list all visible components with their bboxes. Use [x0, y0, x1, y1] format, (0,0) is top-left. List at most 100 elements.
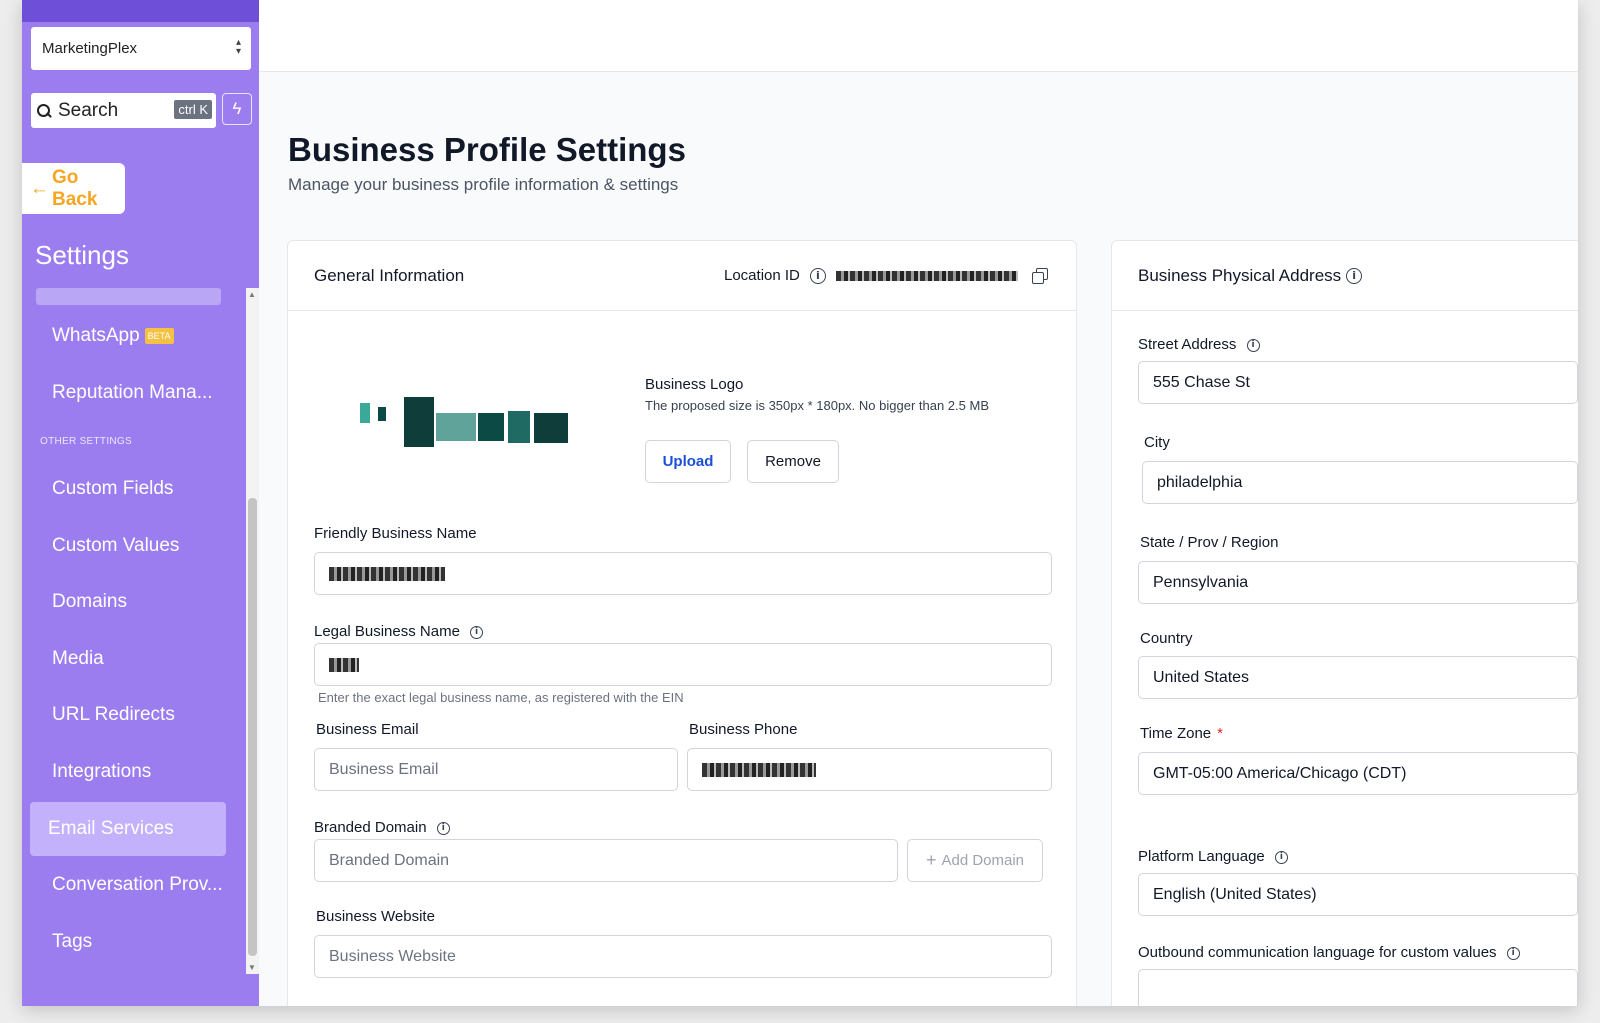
arrow-left-icon: ←	[30, 177, 49, 199]
sidebar-item-label: Reputation Mana...	[52, 382, 213, 403]
search-shortcut-badge: ctrl K	[174, 100, 212, 119]
beta-badge: BETA	[144, 328, 174, 344]
timezone-select[interactable]: GMT-05:00 America/Chicago (CDT)	[1138, 752, 1578, 795]
page-subtitle: Manage your business profile information…	[288, 175, 679, 194]
branded-domain-label-text: Branded Domain	[314, 819, 427, 836]
location-id-value-redacted	[835, 270, 1018, 281]
business-email-input[interactable]: Business Email	[314, 748, 678, 791]
top-bar	[259, 0, 1578, 72]
sidebar-item-label: Media	[52, 648, 104, 669]
business-logo-preview	[314, 353, 610, 505]
sidebar-scrollbar[interactable]: ▲ ▼	[246, 288, 259, 974]
info-icon[interactable]: i	[470, 625, 484, 639]
legal-business-name-help: Enter the exact legal business name, as …	[318, 690, 684, 705]
platform-language-select[interactable]: English (United States)	[1138, 873, 1578, 916]
sidebar-item-custom-fields[interactable]: Custom Fields	[30, 462, 226, 516]
legal-business-name-label: Legal Business Name i	[314, 623, 484, 640]
search-icon	[37, 103, 51, 118]
plus-icon: +	[925, 850, 937, 870]
info-icon[interactable]: i	[809, 267, 826, 284]
sidebar-item-custom-values[interactable]: Custom Values	[30, 519, 226, 573]
main-content: Business Profile Settings Manage your bu…	[259, 0, 1578, 1006]
legal-business-name-label-text: Legal Business Name	[314, 623, 460, 640]
sidebar-item-label: URL Redirects	[52, 704, 175, 725]
sidebar-item-label: WhatsApp	[52, 325, 140, 346]
city-label: City	[1144, 434, 1170, 451]
logo-shape	[508, 411, 530, 443]
sidebar-item-whatsapp[interactable]: WhatsApp BETA	[30, 309, 226, 363]
sidebar-item-label: Domains	[52, 591, 127, 612]
upload-button[interactable]: Upload	[645, 440, 731, 483]
go-back-label: Go Back	[52, 166, 98, 210]
outbound-language-label-text: Outbound communication language for cust…	[1138, 944, 1497, 961]
location-id-label: Location ID	[724, 267, 800, 284]
go-back-button[interactable]: ← Go Back	[22, 163, 125, 214]
business-phone-input[interactable]	[687, 748, 1052, 791]
info-icon[interactable]: i	[1506, 946, 1520, 960]
logo-shape	[478, 413, 504, 441]
copy-icon-back	[1032, 272, 1044, 284]
city-input[interactable]: philadelphia	[1142, 461, 1578, 504]
card-title: General Information	[314, 266, 465, 285]
quick-action-button[interactable]: ϟ	[222, 93, 252, 125]
updown-arrows-icon: ▴ ▾	[235, 37, 241, 57]
settings-title: Settings	[35, 240, 129, 270]
sidebar-item-media[interactable]: Media	[30, 632, 226, 686]
logo-shape	[360, 403, 370, 423]
redacted-value	[329, 657, 359, 672]
sidebar-item-domains[interactable]: Domains	[30, 575, 226, 629]
country-label: Country	[1140, 630, 1193, 647]
sidebar-item-tags[interactable]: Tags	[30, 915, 226, 969]
page-title: Business Profile Settings	[288, 131, 686, 168]
business-website-input[interactable]: Business Website	[314, 935, 1052, 978]
sidebar-item-label: Conversation Prov...	[52, 874, 223, 895]
state-input[interactable]: Pennsylvania	[1138, 561, 1578, 604]
redacted-value	[329, 566, 445, 581]
add-domain-button[interactable]: + Add Domain	[907, 839, 1043, 882]
business-address-card: Business Physical Address i Street Addre…	[1111, 240, 1578, 1006]
sidebar-item-conversation-providers[interactable]: Conversation Prov...	[30, 858, 226, 912]
info-icon[interactable]: i	[436, 821, 450, 835]
remove-button[interactable]: Remove	[747, 440, 839, 483]
search-button[interactable]: Search ctrl K	[31, 93, 216, 128]
country-select[interactable]: United States	[1138, 656, 1578, 699]
sidebar-top-strip	[22, 0, 259, 22]
sidebar-item-url-redirects[interactable]: URL Redirects	[30, 688, 226, 742]
business-phone-label: Business Phone	[689, 721, 798, 738]
branded-domain-input[interactable]: Branded Domain	[314, 839, 898, 882]
legal-business-name-input[interactable]	[314, 643, 1052, 686]
sidebar-item-email-services[interactable]: Email Services	[30, 802, 226, 856]
scrollbar-thumb[interactable]	[248, 498, 257, 956]
info-icon[interactable]: i	[1274, 850, 1288, 864]
business-email-label: Business Email	[316, 721, 419, 738]
state-label: State / Prov / Region	[1140, 534, 1279, 551]
account-switcher[interactable]: MarketingPlex ▴ ▾	[31, 27, 251, 70]
outbound-language-select[interactable]	[1138, 969, 1578, 1006]
account-name: MarketingPlex	[42, 40, 138, 57]
logo-shape	[404, 397, 434, 447]
sidebar-item-label: Integrations	[52, 761, 152, 782]
card-title-text: Business Physical Address	[1138, 266, 1342, 285]
general-information-card: General Information Location ID i Busine…	[287, 240, 1077, 1006]
other-settings-heading: OTHER SETTINGS	[40, 436, 132, 447]
scroll-up-arrow-icon[interactable]: ▲	[248, 290, 256, 299]
sidebar: MarketingPlex ▴ ▾ Search ctrl K ϟ ← Go Ba…	[22, 0, 259, 1006]
sidebar-item-integrations[interactable]: Integrations	[30, 745, 226, 799]
info-icon[interactable]: i	[1346, 268, 1363, 284]
redacted-value	[702, 762, 816, 777]
sidebar-item-label: Custom Values	[52, 535, 180, 556]
card-header: Business Physical Address i	[1112, 241, 1578, 311]
sidebar-item-label: Tags	[52, 931, 93, 952]
outbound-language-label: Outbound communication language for cust…	[1138, 944, 1520, 961]
scroll-down-arrow-icon[interactable]: ▼	[248, 963, 256, 972]
location-id-row: Location ID i	[724, 267, 1018, 284]
card-title: Business Physical Address i	[1138, 266, 1363, 286]
friendly-business-name-input[interactable]	[314, 552, 1052, 595]
lightning-bolt-icon: ϟ	[232, 99, 242, 118]
timezone-label: Time Zone *	[1140, 725, 1223, 742]
info-icon[interactable]: i	[1246, 338, 1260, 352]
sidebar-item-reputation[interactable]: Reputation Mana...	[30, 366, 226, 420]
sidebar-scroll-fade	[36, 288, 221, 305]
platform-language-label-text: Platform Language	[1138, 848, 1265, 865]
street-address-input[interactable]: 555 Chase St	[1138, 361, 1578, 404]
